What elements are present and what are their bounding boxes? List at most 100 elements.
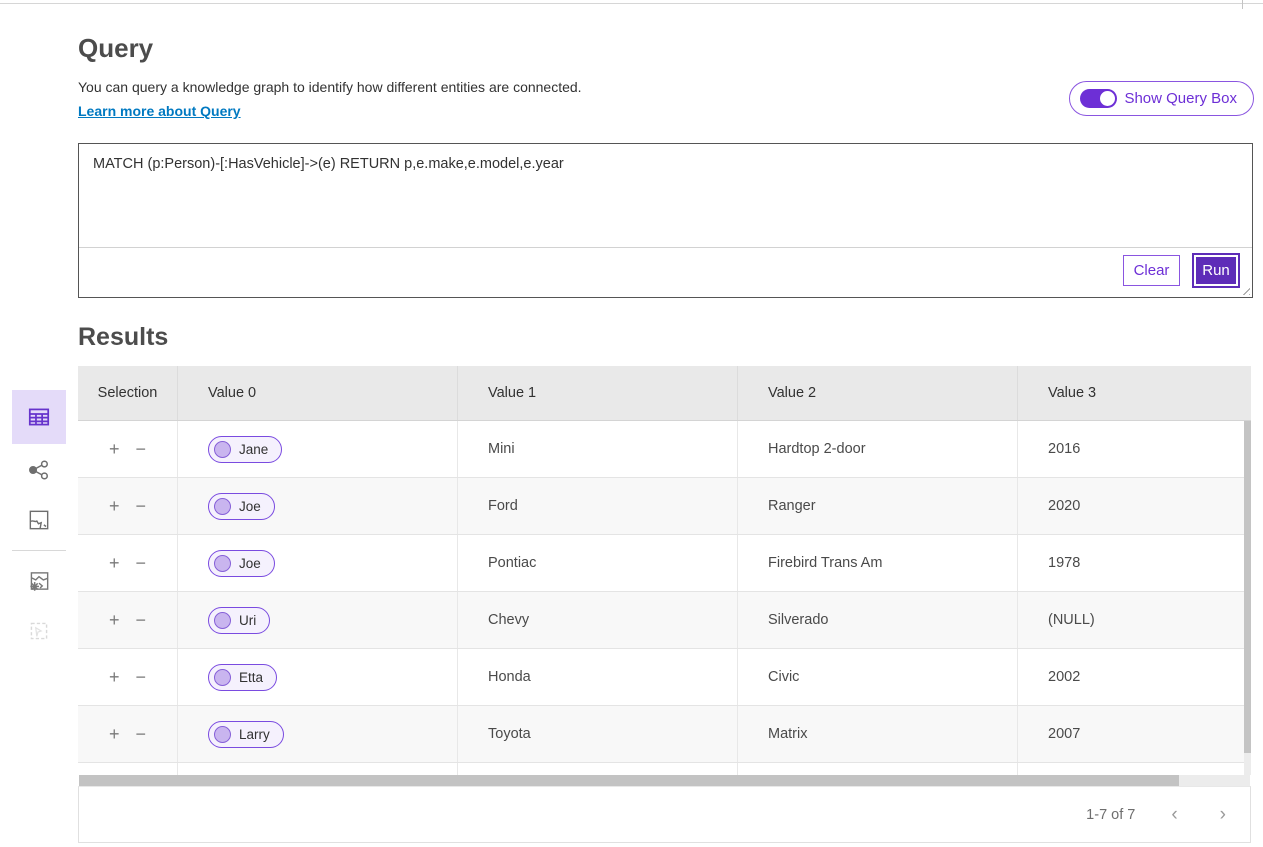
map-view-button[interactable] [12,496,66,544]
entity-chip[interactable]: Jane [208,436,282,463]
value3-cell: 2002 [1018,649,1251,705]
table-row-partial [78,763,1251,775]
query-actions: Clear Run [1123,253,1240,288]
vertical-scrollbar-thumb[interactable] [1244,421,1251,753]
remove-from-selection-button[interactable]: − [136,554,147,572]
entity-name: Joe [239,499,261,514]
entity-name: Uri [239,613,256,628]
value1-cell: Chevy [458,592,738,648]
query-editor-panel: MATCH (p:Person)-[:HasVehicle]->(e) RETU… [78,143,1253,298]
entity-name: Larry [239,727,270,742]
table-icon [26,404,52,430]
toggle-label: Show Query Box [1124,90,1237,107]
entity-name: Jane [239,442,268,457]
value2-cell: Hardtop 2-door [738,421,1018,477]
value0-cell: Joe [178,478,458,534]
value0-cell: Larry [178,706,458,762]
entity-chip[interactable]: Larry [208,721,284,748]
value2-cell [738,763,1018,775]
add-to-selection-button[interactable]: + [109,497,120,515]
horizontal-scrollbar[interactable] [79,775,1250,786]
clear-button[interactable]: Clear [1123,255,1180,286]
add-to-selection-button[interactable]: + [109,440,120,458]
entity-node-icon [214,555,231,572]
remove-from-selection-button[interactable]: − [136,440,147,458]
textarea-resize-handle[interactable] [1239,284,1250,295]
entity-chip[interactable]: Joe [208,550,275,577]
next-page-button[interactable]: › [1214,803,1232,826]
run-button[interactable]: Run [1192,253,1240,288]
entity-name: Etta [239,670,263,685]
table-footer: 1-7 of 7 ‹ › [78,786,1251,843]
add-to-selection-button[interactable]: + [109,725,120,743]
new-map-from-results-button[interactable] [12,557,66,605]
remove-from-selection-button[interactable]: − [136,725,147,743]
entity-node-icon [214,669,231,686]
table-row: + − Larry Toyota Matrix 2007 [78,706,1251,763]
value3-cell [1018,763,1251,775]
column-header-value3[interactable]: Value 3 [1018,366,1251,420]
top-divider [0,3,1263,4]
value0-cell: Etta [178,649,458,705]
value1-cell: Honda [458,649,738,705]
value1-cell: Ford [458,478,738,534]
remove-from-selection-button[interactable]: − [136,668,147,686]
add-to-selection-button[interactable]: + [109,611,120,629]
table-view-button[interactable] [12,390,66,444]
value3-cell: (NULL) [1018,592,1251,648]
query-description: You can query a knowledge graph to ident… [78,79,582,95]
horizontal-scrollbar-thumb[interactable] [79,775,1179,786]
query-textarea[interactable]: MATCH (p:Person)-[:HasVehicle]->(e) RETU… [79,144,1252,248]
column-header-value1[interactable]: Value 1 [458,366,738,420]
table-row: + − Jane Mini Hardtop 2-door 2016 [78,421,1251,478]
selection-icon [26,618,52,644]
column-header-value2[interactable]: Value 2 [738,366,1018,420]
value2-cell: Matrix [738,706,1018,762]
toolbar-divider [12,550,66,551]
column-header-value0[interactable]: Value 0 [178,366,458,420]
remove-from-selection-button[interactable]: − [136,611,147,629]
selection-cell: + − [78,649,178,705]
table-body: + − Jane Mini Hardtop 2-door 2016 + − [78,421,1251,775]
entity-chip[interactable]: Etta [208,664,277,691]
entity-node-icon [214,498,231,515]
value1-cell: Pontiac [458,535,738,591]
new-map-icon [26,568,52,594]
remove-from-selection-button[interactable]: − [136,497,147,515]
table-row: + − Etta Honda Civic 2002 [78,649,1251,706]
pagination: 1-7 of 7 ‹ › [1086,803,1250,826]
toggle-switch-icon[interactable] [1080,89,1117,108]
entity-chip[interactable]: Uri [208,607,270,634]
value2-cell: Ranger [738,478,1018,534]
entity-node-icon [214,726,231,743]
query-page: Query You can query a knowledge graph to… [0,0,1263,847]
entity-name: Joe [239,556,261,571]
add-to-selection-button[interactable]: + [109,554,120,572]
results-table: Selection Value 0 Value 1 Value 2 Value … [78,366,1251,775]
add-to-selection-button[interactable]: + [109,668,120,686]
pagination-range-label: 1-7 of 7 [1086,807,1135,823]
selection-cell: + − [78,706,178,762]
value1-cell [458,763,738,775]
show-query-box-toggle[interactable]: Show Query Box [1069,81,1254,116]
previous-page-button[interactable]: ‹ [1165,803,1183,826]
selection-cell: + − [78,592,178,648]
learn-more-link[interactable]: Learn more about Query [78,103,241,119]
selection-cell [78,763,178,775]
link-chart-view-button[interactable] [12,446,66,494]
vertical-scrollbar[interactable] [1244,421,1251,775]
value2-cell: Firebird Trans Am [738,535,1018,591]
results-title: Results [78,323,168,352]
value0-cell: Joe [178,535,458,591]
value0-cell: Jane [178,421,458,477]
value2-cell: Civic [738,649,1018,705]
page-title: Query [78,33,153,64]
entity-chip[interactable]: Joe [208,493,275,520]
selection-cell: + − [78,535,178,591]
table-row: + − Uri Chevy Silverado (NULL) [78,592,1251,649]
selection-tool-button-disabled [12,607,66,655]
page-scrollbar-tick [1242,0,1243,9]
table-row: + − Joe Ford Ranger 2020 [78,478,1251,535]
column-header-selection[interactable]: Selection [78,366,178,420]
entity-node-icon [214,612,231,629]
